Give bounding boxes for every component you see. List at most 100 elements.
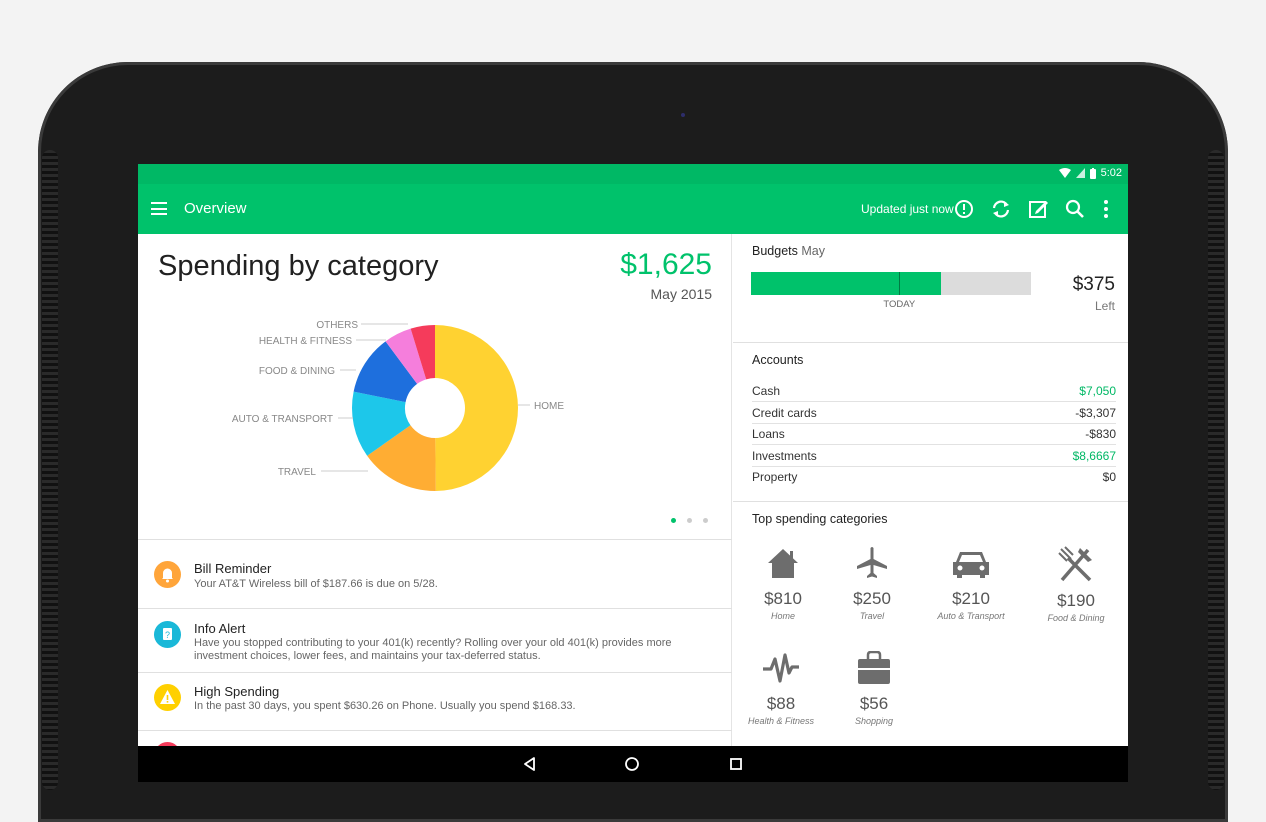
more-options-icon[interactable] [1094,197,1118,221]
alert-text: Your AT&T Wireless bill of $187.66 is du… [194,578,438,590]
account-row[interactable]: Property $0 [752,467,1116,488]
bell-icon [154,561,181,588]
category-amount: $56 [859,694,889,713]
category-health-fitness[interactable]: $88 Health & Fitness [736,651,826,726]
refresh-icon[interactable] [989,197,1013,221]
pie-label: FOOD & DINING [259,366,335,377]
recents-icon[interactable] [729,757,743,771]
category-amount: $210 [952,589,990,608]
pie-label: HOME [534,401,564,412]
alert-text: In the past 30 days, you spent $630.26 o… [194,700,576,712]
home-icon [768,549,798,578]
top-categories-card[interactable]: Top spending categories $810 Home $250 T… [733,502,1128,782]
alert-icon[interactable] [952,197,976,221]
budget-left-label: Left [1094,299,1115,313]
left-speaker-grille [42,150,58,790]
account-row[interactable]: Credit cards -$3,307 [752,403,1116,424]
signal-icon [1075,168,1085,178]
accounts-card[interactable]: Accounts Cash $7,050 Credit cards -$3,307 Lo… [733,343,1128,502]
budget-amount: $375 [1072,274,1115,295]
app-screen: 5:02 Overview Updated just now Spending … [138,164,1128,782]
left-panel: Spending by category $1,625 May 2015 HOM… [138,234,732,782]
back-icon[interactable] [522,756,538,772]
airplane-icon [857,547,887,578]
alert-title: Info Alert [194,621,246,636]
spending-chart-card[interactable]: Spending by category $1,625 May 2015 HOM… [138,234,732,540]
wifi-icon [1058,168,1071,178]
category-amount: $88 [766,694,796,713]
right-speaker-grille [1208,150,1224,790]
chart-date: May 2015 [650,286,712,302]
budget-today-marker [899,272,901,295]
pie-slice-home[interactable] [435,325,518,491]
updated-status: Updated just now [861,202,954,216]
page-dot-2[interactable] [687,518,692,523]
page-indicator[interactable] [671,518,708,523]
account-name: Investments [752,448,817,463]
budget-progress-bar [751,272,1031,295]
account-value: $7,050 [1079,384,1116,398]
category-travel[interactable]: $250 Travel [827,546,917,621]
status-time: 5:02 [1100,167,1122,179]
status-bar: 5:02 [138,164,1128,184]
account-row[interactable]: Loans -$830 [752,424,1116,445]
chart-total: $1,625 [620,248,712,281]
budget-progress-fill [751,272,942,295]
pie-label: TRAVEL [278,467,317,478]
budgets-month: May [801,244,825,258]
front-camera [681,113,685,117]
accounts-title: Accounts [752,353,804,367]
account-name: Credit cards [752,405,817,420]
account-name: Property [752,470,798,484]
navigation-bar [138,746,1128,782]
search-icon[interactable] [1063,197,1087,221]
category-label: Home [770,611,795,621]
chart-title: Spending by category [158,250,439,282]
category-label: Travel [859,611,885,621]
alert-info[interactable]: ? Info Alert Have you stopped contributi… [138,609,732,673]
donut-chart[interactable]: HOME TRAVEL AUTO & TRANSPORT FOOD & DINING H… [218,312,658,512]
category-amount: $810 [764,589,802,608]
category-food-dining[interactable]: $190 Food & Dining [1031,546,1121,623]
category-home[interactable]: $810 Home [738,546,828,621]
alert-title: Bill Reminder [194,561,272,576]
account-name: Loans [752,427,785,441]
account-value: $0 [1102,470,1116,484]
alert-title: High Spending [194,684,280,699]
battery-icon [1089,167,1096,179]
alert-high-spending[interactable]: High Spending In the past 30 days, you s… [138,673,732,731]
menu-icon[interactable] [151,202,167,215]
category-label: Shopping [854,716,894,726]
pie-label: OTHERS [316,320,358,331]
home-nav-icon[interactable] [624,756,640,772]
app-bar: Overview Updated just now [138,184,1128,234]
account-value: -$3,307 [1075,405,1116,420]
account-name: Cash [752,384,781,398]
alert-text: Have you stopped contributing to your 40… [194,637,672,662]
budget-today-label: TODAY [883,299,916,310]
page-dot-1[interactable] [671,518,676,523]
alert-bill-reminder[interactable]: Bill Reminder Your AT&T Wireless bill of… [138,540,732,609]
svg-text:?: ? [165,630,170,640]
category-amount: $250 [853,589,891,608]
pie-label: AUTO & TRANSPORT [232,414,333,425]
account-row[interactable]: Investments $8,6667 [752,446,1116,467]
edit-icon[interactable] [1026,197,1050,221]
pie-label: HEALTH & FITNESS [259,336,352,347]
category-shopping[interactable]: $56 Shopping [829,650,919,726]
heartbeat-icon [763,653,799,683]
category-label: Health & Fitness [747,716,815,726]
top-categories-title: Top spending categories [752,512,888,526]
budgets-title: Budgets [752,244,798,258]
page-dot-3[interactable] [703,518,708,523]
category-auto-transport[interactable]: $210 Auto & Transport [926,546,1016,621]
account-value: -$830 [1085,427,1116,441]
shopping-bag-icon [858,650,890,684]
fork-knife-icon [1058,546,1092,582]
account-value: $8,6667 [1072,448,1116,463]
right-panel: Budgets May TODAY $375 Left Accounts Cas… [733,234,1128,782]
budgets-card[interactable]: Budgets May TODAY $375 Left [733,234,1128,343]
category-amount: $190 [1057,591,1095,610]
account-row[interactable]: Cash $7,050 [752,381,1116,402]
car-icon [953,552,989,578]
